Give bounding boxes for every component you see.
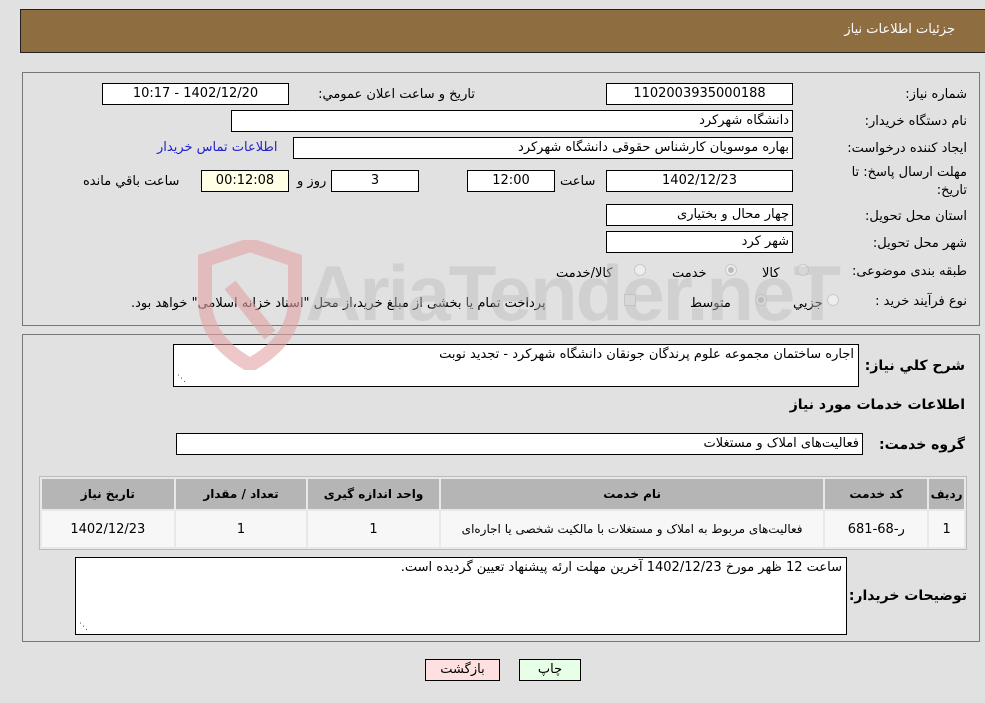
page-title: جزئیات اطلاعات نیاز bbox=[844, 22, 955, 37]
deadline-date-field: 1402/12/23 bbox=[606, 170, 793, 192]
purchase-option-minor: جزيي bbox=[793, 296, 823, 311]
col-unit: واحد اندازه گیری bbox=[308, 479, 439, 509]
cell-need-date: 1402/12/23 bbox=[42, 511, 174, 547]
col-service-name: نام خدمت bbox=[440, 479, 824, 509]
print-button[interactable]: چاپ bbox=[519, 659, 581, 681]
cell-row-number: 1 bbox=[929, 511, 964, 547]
deadline-time-label: ساعت bbox=[560, 174, 596, 189]
col-need-date: تاریخ نیاز bbox=[42, 479, 174, 509]
back-button[interactable]: بازگشت bbox=[425, 659, 500, 681]
category-option-service: خدمت bbox=[672, 266, 707, 281]
deadline-time-field: 12:00 bbox=[467, 170, 555, 192]
description-textarea[interactable]: اجاره ساختمان مجموعه علوم پرندگان جونقان… bbox=[173, 344, 859, 387]
cell-quantity: 1 bbox=[175, 511, 307, 547]
remaining-time-field: 00:12:08 bbox=[201, 170, 289, 192]
description-text: اجاره ساختمان مجموعه علوم پرندگان جونقان… bbox=[439, 347, 854, 362]
buyer-org-field: دانشگاه شهرکرد bbox=[231, 110, 793, 132]
category-label: طبقه بندی موضوعی: bbox=[851, 264, 967, 279]
requester-label: ایجاد کننده درخواست: bbox=[847, 141, 967, 156]
buyer-notes-text: ساعت 12 ظهر مورخ 1402/12/23 آخرین مهلت ا… bbox=[400, 560, 842, 575]
remaining-time-label: ساعت باقي مانده bbox=[83, 174, 180, 189]
city-label: شهر محل تحویل: bbox=[872, 236, 967, 251]
days-label: روز و bbox=[297, 174, 327, 189]
need-number-field: 1102003935000188 bbox=[606, 83, 793, 105]
purchase-radio-minor[interactable] bbox=[827, 294, 839, 306]
table-row: 1 ر-68-681 فعالیت‌های مربوط به املاک و م… bbox=[42, 511, 964, 547]
deadline-label-2: تاریخ: bbox=[936, 183, 967, 198]
table-header-row: ردیف کد خدمت نام خدمت واحد اندازه گیری ت… bbox=[42, 479, 964, 509]
province-label: استان محل تحویل: bbox=[865, 209, 967, 224]
service-group-field: فعالیت‌های املاک و مستغلات bbox=[176, 433, 863, 455]
province-field: چهار محال و بختیاری bbox=[606, 204, 793, 226]
purchase-option-medium: متوسط bbox=[690, 296, 731, 311]
buyer-notes-label: توضیحات خریدار: bbox=[848, 588, 967, 604]
col-quantity: تعداد / مقدار bbox=[175, 479, 307, 509]
category-option-goods: کالا bbox=[762, 266, 780, 281]
buyer-org-label: نام دستگاه خریدار: bbox=[864, 114, 967, 129]
services-heading: اطلاعات خدمات مورد نیاز bbox=[789, 397, 965, 413]
resize-grip-icon[interactable]: ⋰ bbox=[79, 622, 88, 632]
page-header: جزئیات اطلاعات نیاز bbox=[20, 9, 985, 53]
deadline-label: مهلت ارسال پاسخ: تا bbox=[851, 165, 967, 180]
announce-datetime-label: تاریخ و ساعت اعلان عمومي: bbox=[318, 87, 475, 102]
buyer-notes-textarea[interactable]: ساعت 12 ظهر مورخ 1402/12/23 آخرین مهلت ا… bbox=[75, 557, 847, 635]
description-label: شرح کلي نیاز: bbox=[864, 358, 965, 374]
resize-grip-icon[interactable]: ⋰ bbox=[177, 374, 186, 384]
remaining-days-field: 3 bbox=[331, 170, 419, 192]
cell-unit: 1 bbox=[308, 511, 439, 547]
purchase-radio-medium[interactable] bbox=[755, 294, 767, 306]
category-radio-service[interactable] bbox=[725, 264, 737, 276]
category-radio-goods[interactable] bbox=[797, 264, 809, 276]
need-number-label: شماره نیاز: bbox=[905, 87, 967, 102]
treasury-note: پرداخت تمام یا بخشی از مبلغ خرید،از محل … bbox=[131, 296, 546, 311]
col-service-code: کد خدمت bbox=[825, 479, 928, 509]
category-radio-goods-service[interactable] bbox=[634, 264, 646, 276]
buyer-contact-link[interactable]: اطلاعات تماس خریدار bbox=[157, 140, 277, 155]
city-field: شهر کرد bbox=[606, 231, 793, 253]
col-row-number: ردیف bbox=[929, 479, 964, 509]
category-option-goods-service: کالا/خدمت bbox=[556, 266, 613, 281]
announce-datetime-field: 1402/12/20 - 10:17 bbox=[102, 83, 289, 105]
purchase-type-label: نوع فرآیند خرید : bbox=[875, 294, 967, 309]
cell-service-name: فعالیت‌های مربوط به املاک و مستغلات با م… bbox=[440, 511, 824, 547]
requester-field: بهاره موسویان کارشناس حقوقی دانشگاه شهرک… bbox=[293, 137, 793, 159]
treasury-checkbox[interactable] bbox=[624, 294, 636, 306]
cell-service-code: ر-68-681 bbox=[825, 511, 928, 547]
services-table: ردیف کد خدمت نام خدمت واحد اندازه گیری ت… bbox=[39, 476, 967, 550]
service-group-label: گروه خدمت: bbox=[879, 437, 965, 453]
